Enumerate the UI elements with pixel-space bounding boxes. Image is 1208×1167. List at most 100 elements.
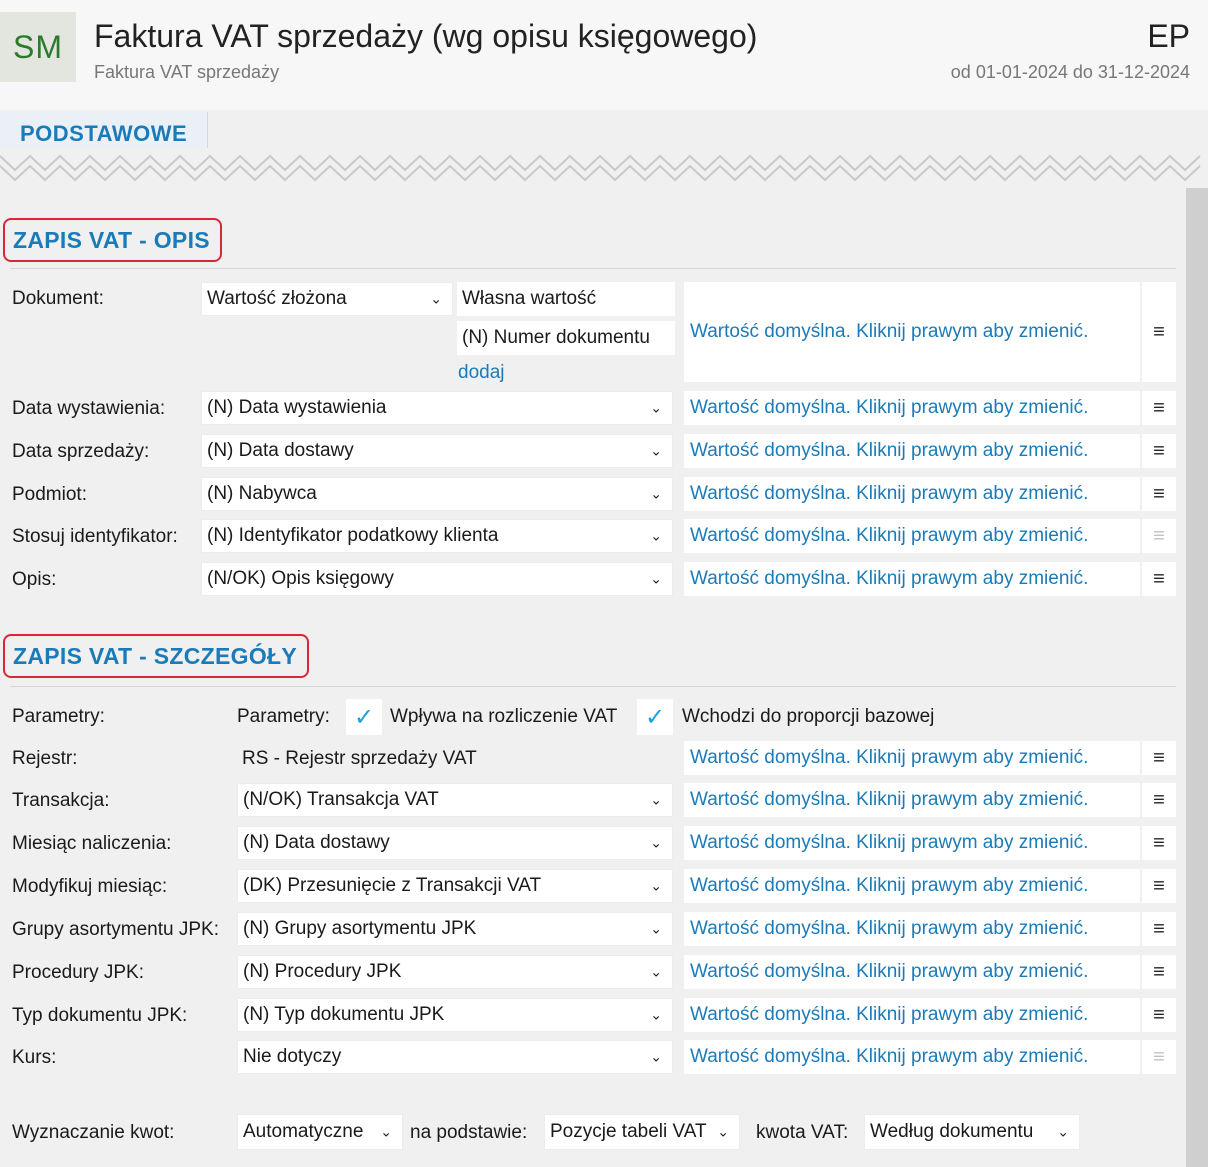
add-part-link[interactable]: dodaj: [458, 362, 505, 384]
field-select-value: (N) Grupy asortymentu JPK: [243, 918, 477, 939]
field-label: Data wystawienia:: [12, 398, 166, 419]
field-select-value: (N/OK) Opis księgowy: [207, 568, 394, 589]
section-title-szczegoly: ZAPIS VAT - SZCZEGÓŁY: [3, 634, 310, 678]
basis-label: na podstawie:: [410, 1122, 528, 1143]
menu-icon[interactable]: ≡: [1142, 391, 1176, 425]
vat-settlement-checkbox[interactable]: ✓: [346, 699, 382, 735]
field-select-value: (DK) Przesunięcie z Transakcji VAT: [243, 875, 542, 896]
default-value-hint[interactable]: Wartość domyślna. Kliknij prawym aby zmi…: [684, 912, 1140, 946]
chevron-down-icon: ⌄: [650, 527, 662, 544]
dokument-part-number[interactable]: (N) Numer dokumentu: [457, 321, 675, 355]
default-value-hint[interactable]: Wartość domyślna. Kliknij prawym aby zmi…: [684, 519, 1140, 553]
field-select[interactable]: (N) Procedury JPK ⌄: [237, 955, 673, 989]
field-select[interactable]: Nie dotyczy ⌄: [237, 1040, 673, 1074]
parametry-label: Parametry:: [12, 706, 105, 727]
menu-icon[interactable]: ≡: [1142, 955, 1176, 989]
field-select[interactable]: (N) Data dostawy ⌄: [237, 826, 673, 860]
chevron-down-icon: ⌄: [650, 1048, 662, 1065]
chevron-down-icon: ⌄: [650, 442, 662, 459]
default-value-hint[interactable]: Wartość domyślna. Kliknij prawym aby zmi…: [684, 783, 1140, 817]
default-value-hint[interactable]: Wartość domyślna. Kliknij prawym aby zmi…: [684, 826, 1140, 860]
rejestr-value: RS - Rejestr sprzedaży VAT: [242, 748, 477, 769]
field-label: Miesiąc naliczenia:: [12, 833, 172, 854]
parametry-inner-label: Parametry:: [237, 706, 330, 727]
field-select[interactable]: (DK) Przesunięcie z Transakcji VAT ⌄: [237, 869, 673, 903]
default-value-hint[interactable]: Wartość domyślna. Kliknij prawym aby zmi…: [684, 391, 1140, 425]
period-range: od 01-01-2024 do 31-12-2024: [950, 62, 1190, 82]
default-value-hint[interactable]: Wartość domyślna. Kliknij prawym aby zmi…: [684, 998, 1140, 1032]
field-select[interactable]: (N) Data wystawienia ⌄: [201, 391, 673, 425]
menu-icon[interactable]: ≡: [1142, 282, 1176, 382]
check-icon: ✓: [644, 703, 666, 731]
dokument-label: Dokument:: [12, 288, 104, 309]
field-select-value: (N/OK) Transakcja VAT: [243, 789, 439, 810]
chevron-down-icon: ⌄: [650, 570, 662, 587]
tab-zigzag-divider: [0, 148, 1208, 188]
field-select-value: (N) Procedury JPK: [243, 961, 402, 982]
menu-icon[interactable]: ≡: [1142, 519, 1176, 553]
menu-icon[interactable]: ≡: [1142, 434, 1176, 468]
field-label: Procedury JPK:: [12, 962, 144, 983]
default-value-hint[interactable]: Wartość domyślna. Kliknij prawym aby zmi…: [684, 955, 1140, 989]
app-logo: SM: [0, 12, 76, 82]
field-select-value: (N) Data dostawy: [243, 832, 390, 853]
section-title-opis: ZAPIS VAT - OPIS: [3, 218, 222, 262]
menu-icon[interactable]: ≡: [1142, 912, 1176, 946]
field-select[interactable]: (N) Identyfikator podatkowy klienta ⌄: [201, 519, 673, 553]
dokument-type-select[interactable]: Wartość złożona ⌄: [201, 282, 453, 316]
chevron-down-icon: ⌄: [380, 1123, 392, 1140]
chevron-down-icon: ⌄: [430, 290, 442, 307]
default-value-hint[interactable]: Wartość domyślna. Kliknij prawym aby zmi…: [684, 1040, 1140, 1074]
header: SM Faktura VAT sprzedaży (wg opisu księg…: [0, 0, 1208, 110]
chevron-down-icon: ⌄: [650, 399, 662, 416]
default-value-hint[interactable]: Wartość domyślna. Kliknij prawym aby zmi…: [684, 477, 1140, 511]
field-select[interactable]: (N/OK) Transakcja VAT ⌄: [237, 783, 673, 817]
default-value-hint[interactable]: Wartość domyślna. Kliknij prawym aby zmi…: [684, 434, 1140, 468]
field-select-value: (N) Data dostawy: [207, 440, 354, 461]
default-value-hint[interactable]: Wartość domyślna. Kliknij prawym aby zmi…: [684, 562, 1140, 596]
kwoty-mode-value: Automatyczne: [243, 1121, 364, 1142]
field-label: Opis:: [12, 569, 57, 590]
default-value-hint[interactable]: Wartość domyślna. Kliknij prawym aby zmi…: [684, 869, 1140, 903]
chevron-down-icon: ⌄: [650, 920, 662, 937]
field-select-value: (N) Typ dokumentu JPK: [243, 1004, 445, 1025]
menu-icon[interactable]: ≡: [1142, 477, 1176, 511]
field-label: Podmiot:: [12, 484, 87, 505]
section-separator: [10, 686, 1176, 687]
menu-icon[interactable]: ≡: [1142, 741, 1176, 775]
menu-icon[interactable]: ≡: [1142, 826, 1176, 860]
kwoty-mode-select[interactable]: Automatyczne ⌄: [237, 1114, 403, 1150]
vat-amount-value: Według dokumentu: [870, 1121, 1034, 1142]
dokument-type-value: Wartość złożona: [207, 288, 347, 309]
rejestr-default-hint[interactable]: Wartość domyślna. Kliknij prawym aby zmi…: [684, 741, 1140, 775]
menu-icon[interactable]: ≡: [1142, 562, 1176, 596]
chevron-down-icon: ⌄: [650, 834, 662, 851]
field-select[interactable]: (N) Grupy asortymentu JPK ⌄: [237, 912, 673, 946]
field-select[interactable]: (N/OK) Opis księgowy ⌄: [201, 562, 673, 596]
dokument-part-custom[interactable]: Własna wartość: [457, 282, 675, 316]
field-label: Data sprzedaży:: [12, 441, 150, 462]
chevron-down-icon: ⌄: [650, 485, 662, 502]
field-label: Modyfikuj miesiąc:: [12, 876, 168, 897]
field-select-value: (N) Identyfikator podatkowy klienta: [207, 525, 499, 546]
dokument-default-hint[interactable]: Wartość domyślna. Kliknij prawym aby zmi…: [684, 282, 1140, 382]
field-select[interactable]: (N) Nabywca ⌄: [201, 477, 673, 511]
vat-amount-select[interactable]: Według dokumentu ⌄: [864, 1114, 1080, 1150]
field-label: Transakcja:: [12, 790, 110, 811]
menu-icon[interactable]: ≡: [1142, 869, 1176, 903]
page-subtitle: Faktura VAT sprzedaży: [94, 62, 280, 82]
vertical-scrollbar[interactable]: [1186, 188, 1208, 1167]
menu-icon[interactable]: ≡: [1142, 1040, 1176, 1074]
document-code: EP: [1147, 18, 1190, 54]
field-select[interactable]: (N) Typ dokumentu JPK ⌄: [237, 998, 673, 1032]
base-proportion-checkbox[interactable]: ✓: [637, 699, 673, 735]
field-label: Stosuj identyfikator:: [12, 526, 178, 547]
page-title: Faktura VAT sprzedaży (wg opisu księgowe…: [94, 18, 758, 54]
menu-icon[interactable]: ≡: [1142, 998, 1176, 1032]
menu-icon[interactable]: ≡: [1142, 783, 1176, 817]
basis-select[interactable]: Pozycje tabeli VAT ⌄: [544, 1114, 740, 1150]
chevron-down-icon: ⌄: [650, 963, 662, 980]
field-select[interactable]: (N) Data dostawy ⌄: [201, 434, 673, 468]
kwoty-label: Wyznaczanie kwot:: [12, 1122, 175, 1143]
basis-value: Pozycje tabeli VAT: [550, 1121, 707, 1142]
